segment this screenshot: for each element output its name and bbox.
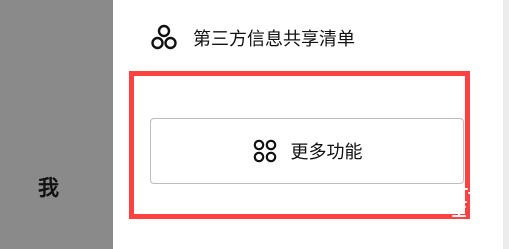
more-functions-label: 更多功能 [290, 142, 363, 163]
third-party-sharing-list-label: 第三方信息共享清单 [193, 29, 355, 50]
right-gutter [503, 0, 509, 249]
overlay-glyphs [449, 181, 477, 221]
share-nodes-icon [150, 24, 178, 52]
apps-grid-icon [252, 138, 278, 164]
third-party-sharing-list-item[interactable]: 第三方信息共享清单 [150, 20, 355, 56]
more-functions-button[interactable]: 更多功能 [150, 118, 464, 184]
me-tab-label[interactable]: 我 [38, 172, 59, 202]
left-panel [0, 0, 113, 249]
